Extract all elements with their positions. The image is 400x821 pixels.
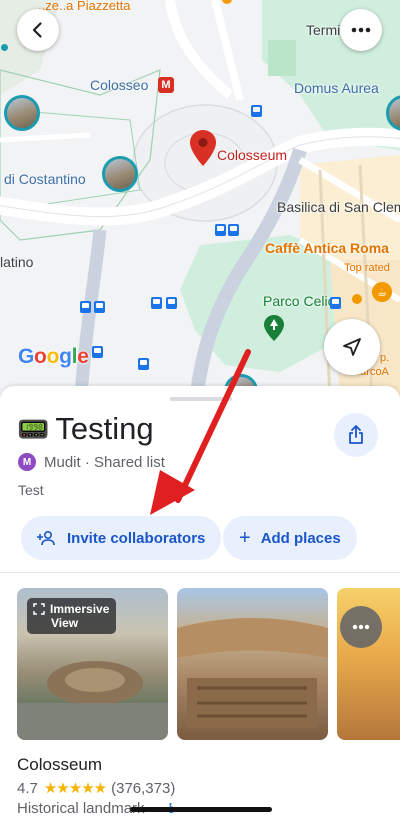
google-letter: o <box>46 345 60 368</box>
cafe-icon[interactable]: ☕ <box>372 282 392 302</box>
google-letter: e <box>77 345 89 368</box>
add-places-label: Add places <box>260 529 341 547</box>
more-options-button[interactable] <box>340 9 382 51</box>
avatar: M <box>18 453 36 471</box>
navigation-arrow-icon <box>343 338 361 356</box>
list-description: Test <box>18 482 44 498</box>
bus-stop-icon[interactable] <box>151 297 162 309</box>
photo-interior[interactable] <box>177 588 328 740</box>
invite-collaborators-button[interactable]: Invite collaborators <box>21 516 222 560</box>
list-bottom-sheet: 📟 Testing M Mudit · Shared list Test Inv… <box>0 386 400 821</box>
add-places-button[interactable]: + Add places <box>223 516 357 560</box>
map-label-partial: ..ze..a Piazzetta <box>38 0 131 13</box>
immersive-line1: Immersive <box>50 602 110 616</box>
map-label-caffe: Caffè Antica Roma <box>265 240 389 256</box>
bus-stop-icon[interactable] <box>215 224 226 236</box>
bus-stop-icon[interactable] <box>166 297 177 309</box>
review-count: (376,373) <box>111 779 176 797</box>
photo-pin-arch[interactable] <box>102 156 138 192</box>
bus-stop-icon[interactable] <box>80 301 91 313</box>
more-photo-options-button[interactable] <box>340 606 382 648</box>
bus-stop-icon[interactable] <box>94 301 105 313</box>
google-logo: Google <box>18 345 89 369</box>
owner-row: M Mudit · Shared list <box>18 453 165 471</box>
park-pin-icon[interactable] <box>264 315 284 341</box>
map-label-termini: Termi <box>306 22 341 38</box>
map-label-colosseum: Colosseum <box>217 147 288 163</box>
expand-icon <box>33 603 45 615</box>
star-rating-icon: ★★★★★ <box>43 780 107 797</box>
bus-stop-icon[interactable] <box>228 224 239 236</box>
map-label-colosseo-station: Colosseo <box>90 77 149 93</box>
poi-dot-icon <box>1 44 8 51</box>
list-title-row: 📟 Testing <box>17 411 154 447</box>
share-icon <box>349 425 363 444</box>
map-view[interactable]: ..ze..a Piazzetta Termi Colosseo Domus A… <box>0 0 400 400</box>
owner-text: Mudit · Shared list <box>44 453 165 471</box>
home-indicator[interactable] <box>130 807 272 812</box>
back-button[interactable] <box>17 9 59 51</box>
map-label-domus-aurea: Domus Aurea <box>294 80 379 96</box>
immersive-view-badge[interactable]: Immersive View <box>27 598 117 634</box>
more-horizontal-icon <box>351 27 371 33</box>
place-category: Historical landmark <box>17 800 145 817</box>
invite-collaborators-label: Invite collaborators <box>67 529 206 547</box>
photo-immersive-view[interactable]: Immersive View <box>17 588 168 740</box>
map-label-basilica: Basilica di San Clem <box>277 199 400 215</box>
poi-pin-icon <box>352 294 362 304</box>
divider <box>0 572 400 573</box>
drag-handle[interactable] <box>170 397 232 401</box>
map-label-top-rated: Top rated <box>344 262 390 274</box>
bus-stop-icon[interactable] <box>251 105 262 117</box>
immersive-line2: View <box>51 616 79 630</box>
google-letter: g <box>59 345 72 368</box>
add-person-icon <box>37 530 55 546</box>
map-label-latino: latino <box>0 254 34 270</box>
location-pin-icon[interactable] <box>190 130 216 166</box>
share-button[interactable] <box>334 413 378 457</box>
more-horizontal-icon <box>352 624 370 630</box>
colosseum-interior-illustration <box>177 618 328 728</box>
plus-icon: + <box>239 527 251 549</box>
metro-icon: M <box>158 77 174 93</box>
google-letter: o <box>34 345 47 368</box>
map-label-parco-celio: Parco Celio <box>263 293 336 309</box>
place-name[interactable]: Colosseum <box>17 755 102 775</box>
list-title: Testing <box>55 411 154 446</box>
rating-row: 4.7 ★★★★★ (376,373) <box>17 779 176 798</box>
list-emoji-icon: 📟 <box>17 414 50 444</box>
map-label-di-costantino: di Costantino <box>4 171 86 187</box>
google-letter: G <box>18 345 35 368</box>
my-location-button[interactable] <box>324 319 380 375</box>
chevron-left-icon <box>32 22 42 38</box>
bus-stop-icon[interactable] <box>92 346 103 358</box>
rating-value: 4.7 <box>17 779 38 797</box>
bus-stop-icon[interactable] <box>138 358 149 370</box>
photo-pin-left[interactable] <box>4 95 40 131</box>
bus-stop-icon[interactable] <box>330 297 341 309</box>
